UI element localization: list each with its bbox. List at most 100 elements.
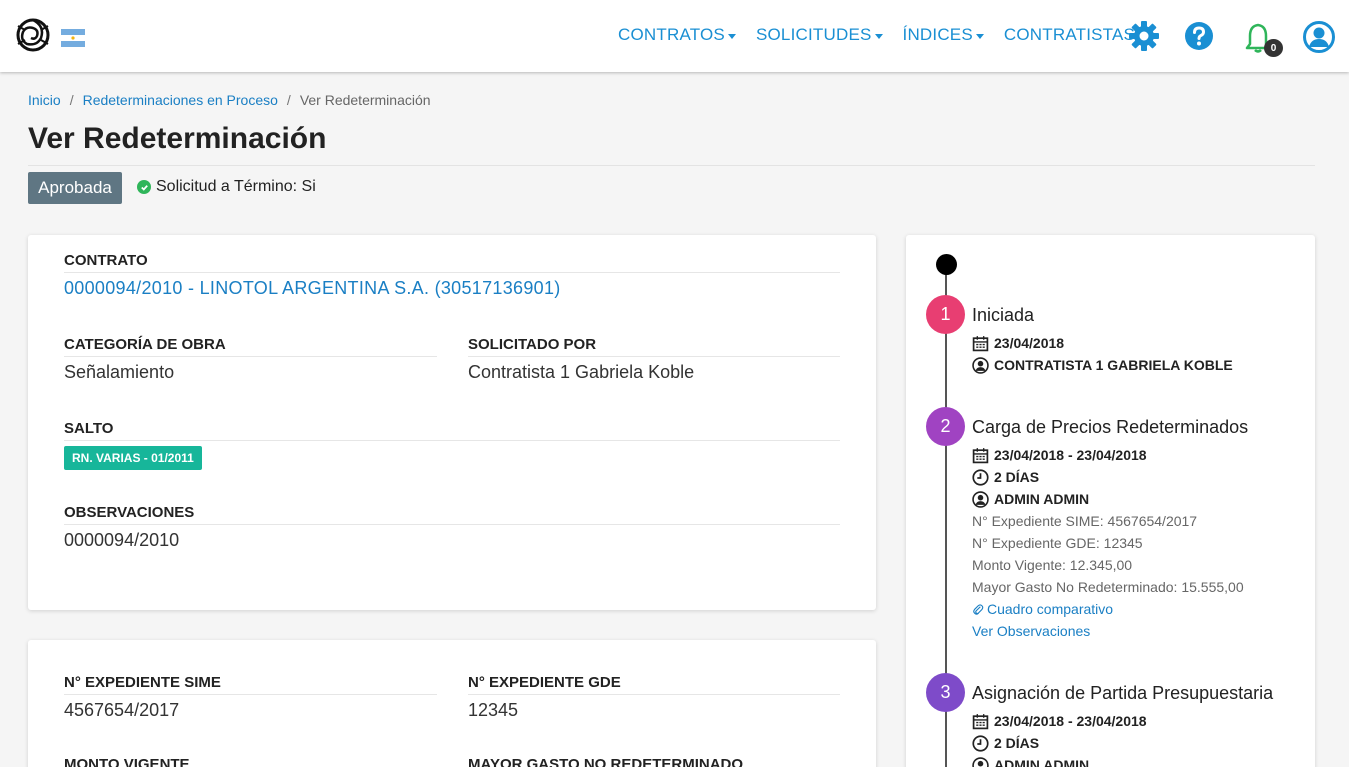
timeline-user-row: ADMIN ADMIN <box>972 754 1273 767</box>
timeline-step-number: 2 <box>926 407 965 446</box>
gear-icon[interactable] <box>1128 20 1160 52</box>
timeline-date: 23/04/2018 - 23/04/2018 <box>994 447 1147 463</box>
title-divider <box>28 165 1315 166</box>
cuadro-comparativo-link[interactable]: Cuadro comparativo <box>972 598 1248 620</box>
caret-down-icon <box>727 33 736 39</box>
timeline-user-row: ADMIN ADMIN <box>972 488 1248 510</box>
paperclip-icon <box>973 603 984 615</box>
timeline-date-row: 23/04/2018 - 23/04/2018 <box>972 710 1273 732</box>
contrato-field: CONTRATO 0000094/2010 - LINOTOL ARGENTIN… <box>64 252 840 299</box>
nav-contratos[interactable]: CONTRATOS <box>618 25 736 45</box>
gde-label: N° EXPEDIENTE GDE <box>468 674 840 695</box>
timeline-step-carga-precios: Carga de Precios Redeterminados 23/04/20… <box>972 417 1248 642</box>
nav-contratos-label: CONTRATOS <box>618 25 725 44</box>
top-navbar: CONTRATOS SOLICITUDES ÍNDICES CONTRATIST… <box>0 0 1349 72</box>
contrato-link[interactable]: 0000094/2010 - LINOTOL ARGENTINA S.A. (3… <box>64 278 840 299</box>
observaciones-field: OBSERVACIONES 0000094/2010 <box>64 504 840 551</box>
breadcrumb-separator: / <box>286 92 291 108</box>
salto-tag: RN. VARIAS - 01/2011 <box>64 446 202 470</box>
breadcrumb: Inicio / Redeterminaciones en Proceso / … <box>28 92 431 108</box>
user-circle-icon <box>972 490 989 508</box>
nav-solicitudes-label: SOLICITUDES <box>755 25 872 44</box>
timeline-detail-sime: N° Expediente SIME: 4567654/2017 <box>972 513 1198 529</box>
observaciones-value: 0000094/2010 <box>64 530 180 550</box>
timeline-start-dot <box>936 254 957 275</box>
breadcrumb-current: Ver Redeterminación <box>299 92 431 108</box>
salto-field: SALTO RN. VARIAS - 01/2011 <box>64 420 840 470</box>
clock-icon <box>972 468 989 486</box>
clock-icon <box>972 734 989 752</box>
timeline-user: ADMIN ADMIN <box>994 491 1090 507</box>
timeline-step-iniciada: Iniciada 23/04/2018 CONTRATISTA 1 GABRIE… <box>972 305 1233 376</box>
timeline-step-title: Carga de Precios Redeterminados <box>972 417 1249 437</box>
sime-field: N° EXPEDIENTE SIME 4567654/2017 <box>64 674 437 721</box>
main-menu: CONTRATOS SOLICITUDES ÍNDICES CONTRATIST… <box>618 25 1147 45</box>
categoria-value: Señalamiento <box>64 362 175 382</box>
timeline-detail-mayor-gasto: Mayor Gasto No Redeterminado: 15.555,00 <box>972 579 1244 595</box>
gde-value: 12345 <box>468 700 519 720</box>
sime-label: N° EXPEDIENTE SIME <box>64 674 437 695</box>
caret-down-icon <box>975 33 984 39</box>
timeline-step-number: 3 <box>926 673 965 712</box>
calendar-icon <box>972 713 989 729</box>
timeline-date: 23/04/2018 <box>994 335 1065 351</box>
timeline-duration: 2 DÍAS <box>994 469 1040 485</box>
help-icon[interactable] <box>1184 20 1214 52</box>
monto-label: MONTO VIGENTE <box>64 756 437 767</box>
timeline-date-row: 23/04/2018 - 23/04/2018 <box>972 444 1248 466</box>
status-badge: Aprobada <box>28 172 122 204</box>
timeline-user: ADMIN ADMIN <box>994 757 1090 767</box>
timeline-duration-row: 2 DÍAS <box>972 732 1273 754</box>
mayor-gasto-label: MAYOR GASTO NO REDETERMINADO <box>468 756 840 767</box>
solicitud-termino: Solicitud a Término: Si <box>137 178 316 196</box>
timeline-duration: 2 DÍAS <box>994 735 1040 751</box>
ver-observaciones-link[interactable]: Ver Observaciones <box>972 620 1248 642</box>
nav-indices[interactable]: ÍNDICES <box>903 25 984 45</box>
categoria-label: CATEGORÍA DE OBRA <box>64 336 437 357</box>
salto-label: SALTO <box>64 420 840 441</box>
calendar-icon <box>972 335 989 351</box>
app-logo[interactable] <box>15 16 51 54</box>
mayor-gasto-field: MAYOR GASTO NO REDETERMINADO <box>468 756 840 767</box>
categoria-field: CATEGORÍA DE OBRA Señalamiento <box>64 336 437 383</box>
timeline-step-title: Asignación de Partida Presupuestaria <box>972 683 1274 703</box>
solicitud-termino-text: Solicitud a Término: Si <box>156 178 316 195</box>
nav-contratistas[interactable]: CONTRATISTAS <box>1003 25 1147 45</box>
timeline-user-row: CONTRATISTA 1 GABRIELA KOBLE <box>972 354 1233 376</box>
timeline-step-number: 1 <box>926 295 965 334</box>
timeline-user: CONTRATISTA 1 GABRIELA KOBLE <box>994 357 1233 373</box>
breadcrumb-inicio[interactable]: Inicio <box>28 92 61 108</box>
nav-indices-label: ÍNDICES <box>902 25 973 44</box>
calendar-icon <box>972 447 989 463</box>
check-circle-icon <box>137 180 151 194</box>
solicitado-label: SOLICITADO POR <box>468 336 840 357</box>
nav-solicitudes[interactable]: SOLICITUDES <box>756 25 883 45</box>
timeline-step-title: Iniciada <box>972 305 1035 325</box>
timeline-detail-gde: N° Expediente GDE: 12345 <box>972 535 1143 551</box>
sime-value: 4567654/2017 <box>64 700 180 720</box>
solicitado-field: SOLICITADO POR Contratista 1 Gabriela Ko… <box>468 336 840 383</box>
nav-contratistas-label: CONTRATISTAS <box>1003 25 1136 44</box>
timeline-card: 1 Iniciada 23/04/2018 CONTRATISTA 1 GABR… <box>906 235 1315 767</box>
monto-field: MONTO VIGENTE <box>64 756 437 767</box>
timeline-detail-monto: Monto Vigente: 12.345,00 <box>972 557 1133 573</box>
contrato-label: CONTRATO <box>64 252 840 273</box>
solicitado-value: Contratista 1 Gabriela Koble <box>468 362 695 382</box>
timeline-step-asignacion: Asignación de Partida Presupuestaria 23/… <box>972 683 1273 767</box>
cuadro-comparativo-label: Cuadro comparativo <box>987 601 1114 617</box>
page-title: Ver Redeterminación <box>28 122 327 155</box>
breadcrumb-separator: / <box>69 92 74 108</box>
contract-details-card: CONTRATO 0000094/2010 - LINOTOL ARGENTIN… <box>28 235 876 610</box>
user-circle-icon <box>972 756 989 767</box>
notification-count-badge: 0 <box>1264 39 1283 57</box>
breadcrumb-redeterminaciones[interactable]: Redeterminaciones en Proceso <box>83 92 278 108</box>
expedientes-card: N° EXPEDIENTE SIME 4567654/2017 N° EXPED… <box>28 640 876 767</box>
timeline-duration-row: 2 DÍAS <box>972 466 1248 488</box>
timeline-date: 23/04/2018 - 23/04/2018 <box>994 713 1147 729</box>
observaciones-label: OBSERVACIONES <box>64 504 840 525</box>
caret-down-icon <box>874 33 883 39</box>
gde-field: N° EXPEDIENTE GDE 12345 <box>468 674 840 721</box>
user-icon[interactable] <box>1303 20 1335 54</box>
timeline-date-row: 23/04/2018 <box>972 332 1233 354</box>
argentina-flag-icon <box>61 29 85 47</box>
